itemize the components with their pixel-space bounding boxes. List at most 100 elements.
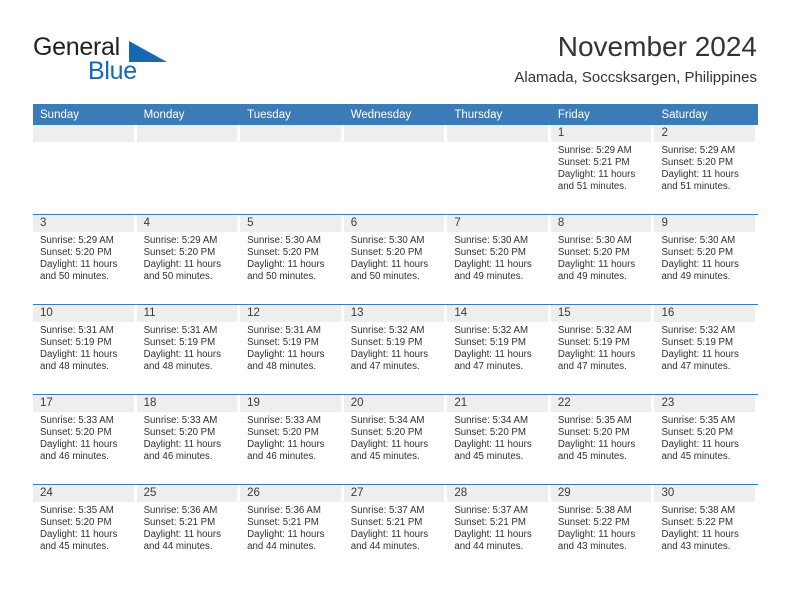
calendar-day-cell[interactable]: 10 Sunrise: 5:31 AM Sunset: 5:19 PM Dayligh… <box>33 305 137 394</box>
daylight-text-line2: and 48 minutes. <box>40 360 109 372</box>
calendar-day-cell-empty <box>343 125 448 214</box>
calendar-day-cell[interactable]: 29 Sunrise: 5:38 AM Sunset: 5:22 PM Dayligh… <box>550 485 655 574</box>
calendar-day-cell[interactable]: 22 Sunrise: 5:35 AM Sunset: 5:20 PM Dayligh… <box>550 395 655 484</box>
calendar-day-cell[interactable]: 2 Sunrise: 5:29 AM Sunset: 5:20 PM Daylight… <box>654 125 759 214</box>
daylight-text-line1: Daylight: 11 hours <box>557 168 636 180</box>
day-details: Sunrise: 5:32 AM Sunset: 5:19 PM Daylight:… <box>447 322 548 373</box>
day-number: 9 <box>654 215 756 232</box>
sunrise-text: Sunrise: 5:31 AM <box>143 325 218 336</box>
sunrise-text: Sunrise: 5:33 AM <box>247 415 321 426</box>
calendar-day-cell[interactable]: 25 Sunrise: 5:36 AM Sunset: 5:21 PM Dayligh… <box>136 485 241 574</box>
calendar-day-cell[interactable]: 16 Sunrise: 5:32 AM Sunset: 5:19 PM Dayligh… <box>654 305 759 394</box>
brand-logo-blue-text: Blue <box>88 57 137 85</box>
day-details: Sunrise: 5:32 AM Sunset: 5:19 PM Daylight:… <box>551 322 652 373</box>
day-details: Sunrise: 5:30 AM Sunset: 5:20 PM Daylight:… <box>344 232 445 283</box>
sunset-text: Sunset: 5:19 PM <box>40 336 112 348</box>
daylight-text-line1: Daylight: 11 hours <box>40 438 118 450</box>
day-number: 7 <box>447 215 548 232</box>
day-number: 28 <box>447 485 548 502</box>
daylight-text-line2: and 51 minutes. <box>557 180 627 192</box>
sunset-text: Sunset: 5:21 PM <box>143 516 216 528</box>
calendar-day-cell[interactable]: 20 Sunrise: 5:34 AM Sunset: 5:20 PM Dayligh… <box>343 395 448 484</box>
calendar-day-cell[interactable]: 15 Sunrise: 5:32 AM Sunset: 5:19 PM Dayligh… <box>550 305 655 394</box>
daylight-text-line1: Daylight: 11 hours <box>143 438 221 450</box>
day-number: 25 <box>136 485 238 502</box>
calendar-day-cell[interactable]: 18 Sunrise: 5:33 AM Sunset: 5:20 PM Dayligh… <box>136 395 241 484</box>
day-details: Sunrise: 5:32 AM Sunset: 5:19 PM Daylight:… <box>654 322 755 373</box>
daylight-text-line2: and 44 minutes. <box>143 540 213 552</box>
weekday-header-wednesday: Wednesday <box>350 109 412 121</box>
calendar-day-cell[interactable]: 6 Sunrise: 5:30 AM Sunset: 5:20 PM Daylight… <box>343 215 448 304</box>
day-number: 20 <box>343 395 445 412</box>
calendar-day-cell[interactable]: 23 Sunrise: 5:35 AM Sunset: 5:20 PM Dayligh… <box>654 395 759 484</box>
calendar-day-cell[interactable]: 24 Sunrise: 5:35 AM Sunset: 5:20 PM Dayligh… <box>33 485 137 574</box>
daylight-text-line1: Daylight: 11 hours <box>454 258 532 270</box>
calendar-day-cell-empty <box>240 125 344 214</box>
calendar-day-cell[interactable]: 17 Sunrise: 5:33 AM Sunset: 5:20 PM Dayligh… <box>33 395 137 484</box>
sunset-text: Sunset: 5:20 PM <box>454 426 526 438</box>
daylight-text-line1: Daylight: 11 hours <box>661 258 739 270</box>
day-details: Sunrise: 5:29 AM Sunset: 5:20 PM Daylight:… <box>137 232 238 283</box>
calendar-day-cell[interactable]: 9 Sunrise: 5:30 AM Sunset: 5:20 PM Daylight… <box>654 215 759 304</box>
brand-logo[interactable]: General Blue <box>33 33 253 93</box>
sunrise-text: Sunrise: 5:31 AM <box>40 325 114 336</box>
sunset-text: Sunset: 5:19 PM <box>454 336 526 348</box>
daylight-text-line2: and 43 minutes. <box>661 540 731 552</box>
day-details: Sunrise: 5:33 AM Sunset: 5:20 PM Daylight:… <box>137 412 238 463</box>
weekday-header-friday: Friday <box>557 109 590 121</box>
calendar-day-cell[interactable]: 13 Sunrise: 5:32 AM Sunset: 5:19 PM Dayligh… <box>343 305 448 394</box>
calendar-day-cell[interactable]: 3 Sunrise: 5:29 AM Sunset: 5:20 PM Daylight… <box>33 215 137 304</box>
calendar-day-cell[interactable]: 21 Sunrise: 5:34 AM Sunset: 5:20 PM Dayligh… <box>447 395 551 484</box>
weekday-header-row: Sunday Monday Tuesday Wednesday Thursday… <box>33 104 758 125</box>
day-number: 12 <box>240 305 341 322</box>
sunset-text: Sunset: 5:20 PM <box>247 426 319 438</box>
daylight-text-line2: and 50 minutes. <box>40 270 109 282</box>
calendar-day-cell[interactable]: 26 Sunrise: 5:36 AM Sunset: 5:21 PM Dayligh… <box>240 485 344 574</box>
sunrise-text: Sunrise: 5:31 AM <box>247 325 321 336</box>
daylight-text-line1: Daylight: 11 hours <box>454 348 532 360</box>
sunrise-text: Sunrise: 5:36 AM <box>143 505 218 516</box>
day-number: 14 <box>447 305 548 322</box>
sunset-text: Sunset: 5:19 PM <box>143 336 216 348</box>
day-number: 4 <box>136 215 238 232</box>
daylight-text-line1: Daylight: 11 hours <box>661 528 739 540</box>
calendar-week-row: 17 Sunrise: 5:33 AM Sunset: 5:20 PM Dayligh… <box>33 394 759 484</box>
calendar-day-cell[interactable]: 7 Sunrise: 5:30 AM Sunset: 5:20 PM Daylight… <box>447 215 551 304</box>
calendar-day-cell[interactable]: 12 Sunrise: 5:31 AM Sunset: 5:19 PM Dayligh… <box>240 305 344 394</box>
calendar-week-row: 24 Sunrise: 5:35 AM Sunset: 5:20 PM Dayligh… <box>33 484 759 574</box>
calendar-day-cell[interactable]: 4 Sunrise: 5:29 AM Sunset: 5:20 PM Daylight… <box>136 215 241 304</box>
sunset-text: Sunset: 5:20 PM <box>247 246 319 258</box>
day-number: 16 <box>654 305 756 322</box>
day-details: Sunrise: 5:30 AM Sunset: 5:20 PM Daylight:… <box>447 232 548 283</box>
calendar-day-cell[interactable]: 30 Sunrise: 5:38 AM Sunset: 5:22 PM Dayligh… <box>654 485 759 574</box>
sunset-text: Sunset: 5:20 PM <box>40 246 112 258</box>
calendar-day-cell[interactable]: 14 Sunrise: 5:32 AM Sunset: 5:19 PM Dayligh… <box>447 305 551 394</box>
daylight-text-line2: and 46 minutes. <box>40 450 109 462</box>
day-number: 18 <box>136 395 238 412</box>
daylight-text-line1: Daylight: 11 hours <box>557 348 636 360</box>
daylight-text-line1: Daylight: 11 hours <box>143 348 221 360</box>
calendar-day-cell[interactable]: 28 Sunrise: 5:37 AM Sunset: 5:21 PM Dayligh… <box>447 485 551 574</box>
daylight-text-line2: and 45 minutes. <box>40 540 109 552</box>
daylight-text-line2: and 45 minutes. <box>454 450 524 462</box>
sunset-text: Sunset: 5:19 PM <box>350 336 423 348</box>
calendar-day-cell[interactable]: 27 Sunrise: 5:37 AM Sunset: 5:21 PM Dayligh… <box>343 485 448 574</box>
calendar-day-cell[interactable]: 5 Sunrise: 5:30 AM Sunset: 5:20 PM Daylight… <box>240 215 344 304</box>
daylight-text-line1: Daylight: 11 hours <box>557 258 636 270</box>
sunset-text: Sunset: 5:19 PM <box>557 336 630 348</box>
daylight-text-line1: Daylight: 11 hours <box>247 258 325 270</box>
calendar-day-cell[interactable]: 19 Sunrise: 5:33 AM Sunset: 5:20 PM Dayligh… <box>240 395 344 484</box>
day-number: 5 <box>240 215 341 232</box>
day-number: 13 <box>343 305 445 322</box>
day-number: 11 <box>136 305 238 322</box>
sunrise-text: Sunrise: 5:30 AM <box>661 235 736 246</box>
daylight-text-line1: Daylight: 11 hours <box>247 348 325 360</box>
day-number: 23 <box>654 395 756 412</box>
calendar-day-cell[interactable]: 1 Sunrise: 5:29 AM Sunset: 5:21 PM Daylight… <box>550 125 655 214</box>
calendar-day-cell[interactable]: 8 Sunrise: 5:30 AM Sunset: 5:20 PM Daylight… <box>550 215 655 304</box>
calendar-day-cell[interactable]: 11 Sunrise: 5:31 AM Sunset: 5:19 PM Dayligh… <box>136 305 241 394</box>
sunrise-text: Sunrise: 5:32 AM <box>557 325 632 336</box>
day-details: Sunrise: 5:38 AM Sunset: 5:22 PM Daylight:… <box>551 502 652 553</box>
day-details: Sunrise: 5:35 AM Sunset: 5:20 PM Daylight:… <box>33 502 134 553</box>
daylight-text-line2: and 49 minutes. <box>661 270 731 282</box>
